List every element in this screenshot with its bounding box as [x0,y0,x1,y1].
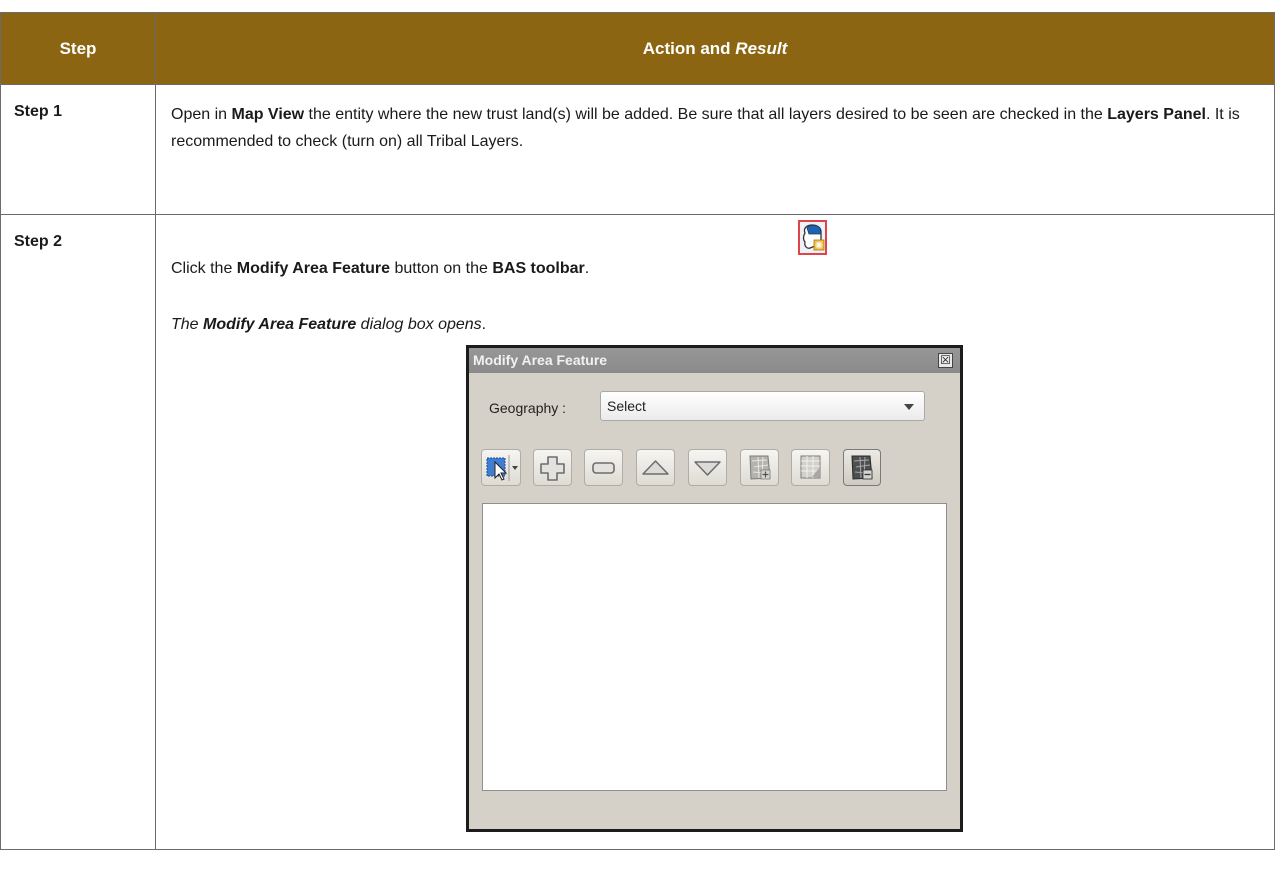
map-table-button[interactable] [791,449,830,486]
text-run: . [584,260,590,277]
step-header-label: Step [59,38,97,58]
text-run: dialog box opens [356,316,482,333]
add-button[interactable] [533,449,572,486]
feature-list-area[interactable] [482,503,947,791]
select-tool-icon [486,455,518,481]
text-run-bold: Map View [231,106,305,123]
move-up-icon [642,460,669,475]
move-down-button[interactable] [688,449,727,486]
text-run: Open in [171,106,232,123]
step-instruction: Click the Modify Area Feature button on … [171,257,589,281]
select-tool-button[interactable] [481,449,521,486]
geography-label: Geography : [489,400,567,416]
modify-area-feature-button[interactable] [798,220,827,255]
action-header-label: Action and [642,38,736,58]
action-column-header: Action and Result [155,12,1275,85]
text-run: button on the [390,260,493,277]
map-add-button[interactable] [740,449,779,486]
add-icon [540,456,565,481]
result-header-label: Result [735,38,788,58]
table-row: Step 1 Open in Map View the entity where… [0,84,1275,215]
map-remove-button[interactable] [843,449,881,486]
steps-table: Step Action and Result Step 1 Open in Ma… [0,12,1275,850]
geography-select-value: Select [607,398,646,414]
text-run: . [481,316,487,333]
dialog-title: Modify Area Feature [473,352,608,368]
text-run: The [171,316,204,333]
modify-area-feature-dialog: Modify Area Feature ☒ Geography : Select [466,345,963,832]
step-number: Step 2 [0,214,156,850]
chevron-down-icon [904,404,914,410]
step-result: The Modify Area Feature dialog box opens… [171,313,486,337]
remove-button[interactable] [584,449,623,486]
step-number: Step 1 [0,84,156,215]
step-action-content: Click the Modify Area Feature button on … [155,214,1275,850]
text-run: Click the [171,260,237,277]
text-run-bold: Layers Panel [1107,106,1206,123]
close-icon[interactable]: ☒ [938,353,953,368]
table-row: Step 2 Click the Modify Area Feature but… [0,214,1275,850]
step-action-text: Open in Map View the entity where the ne… [155,84,1275,215]
text-run-bold: Modify Area Feature [236,260,391,277]
remove-icon [592,462,615,474]
dialog-title-bar[interactable]: Modify Area Feature ☒ [469,348,960,373]
move-up-button[interactable] [636,449,675,486]
move-down-icon [694,461,721,476]
modify-area-feature-icon [802,224,825,251]
table-header-row: Step Action and Result [0,12,1275,85]
text-run-bold: Modify Area Feature [203,316,357,333]
map-add-icon [749,455,771,480]
text-run-bold: BAS toolbar [492,260,585,277]
map-remove-icon [851,455,873,480]
geography-select[interactable]: Select [600,391,925,421]
map-table-icon [800,455,821,479]
step-column-header: Step [0,12,156,85]
text-run: the entity where the new trust land(s) w… [304,106,1108,123]
